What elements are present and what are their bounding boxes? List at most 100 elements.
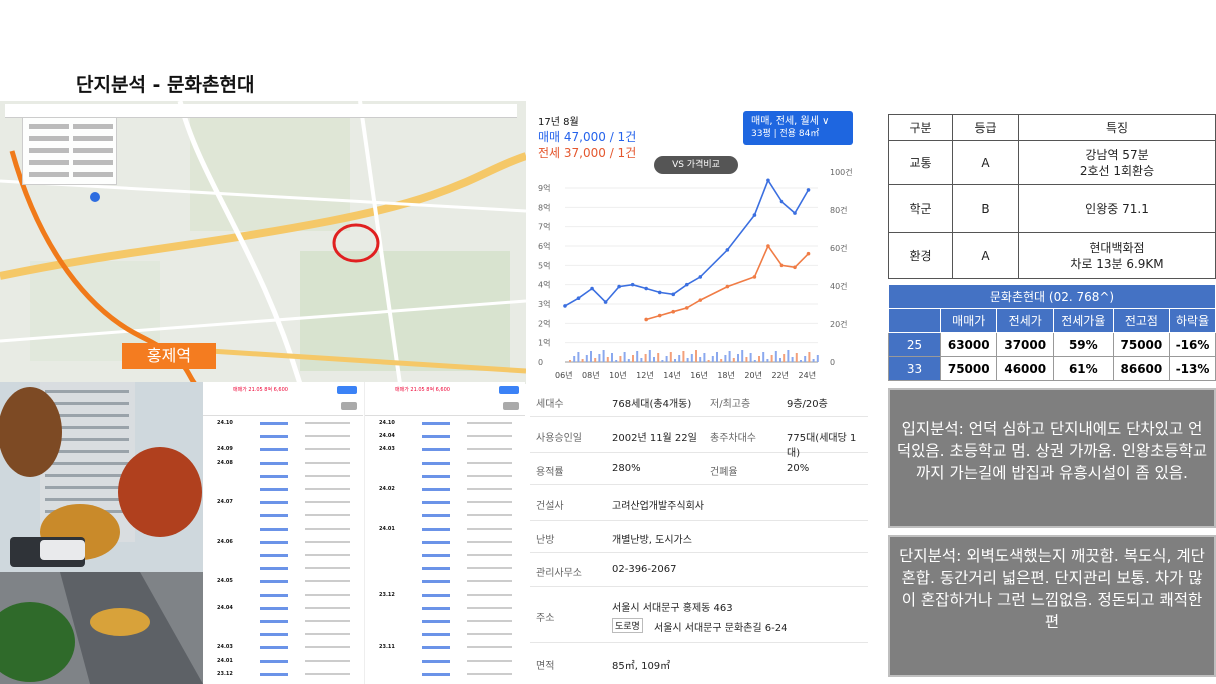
transaction-row[interactable]: 24.01: [365, 524, 525, 535]
price-cell: -16%: [1169, 332, 1216, 357]
transaction-row[interactable]: [365, 563, 525, 574]
transaction-price-mark: [260, 672, 288, 676]
volume-bar: [690, 354, 693, 362]
transaction-row[interactable]: [203, 563, 363, 574]
transaction-detail-mark: [467, 448, 512, 451]
transaction-row[interactable]: [203, 510, 363, 521]
transaction-list[interactable]: 매매가 21.05 8억 6,600 24.10 24.09 24.08 24.07 2…: [203, 382, 525, 684]
info-row: 관리사무소 02-396-2067: [530, 553, 868, 587]
price-cell: 86600: [1112, 356, 1171, 381]
page-title: 단지분석 - 문화촌현대: [76, 74, 255, 96]
header-cell: 등급: [952, 114, 1019, 141]
price-cell: -13%: [1169, 356, 1216, 381]
map-view[interactable]: [0, 101, 526, 384]
transaction-detail-mark: [305, 659, 350, 662]
transaction-row[interactable]: 24.08: [203, 458, 363, 469]
map-layer-panel[interactable]: [22, 117, 117, 185]
transaction-column-right: 매매가 21.05 8억 6,600 24.10 24.04 24.03 24.02 2…: [364, 382, 525, 684]
transaction-price-mark: [422, 567, 450, 571]
transaction-price-mark: [422, 554, 450, 557]
transaction-row[interactable]: [365, 603, 525, 614]
volume-bar: [724, 355, 727, 362]
y-tick-label: 6억: [538, 241, 550, 251]
transaction-detail-mark: [467, 527, 512, 530]
map-toolbar[interactable]: [5, 104, 517, 118]
transaction-row[interactable]: 24.07: [203, 497, 363, 508]
volume-bar: [762, 352, 765, 362]
transaction-row[interactable]: [365, 616, 525, 627]
transaction-price-mark: [260, 448, 288, 452]
transaction-date: 24.03: [379, 446, 395, 453]
transaction-row[interactable]: [365, 669, 525, 680]
transaction-date: 24.10: [217, 420, 233, 426]
transaction-row[interactable]: [203, 471, 363, 482]
transaction-row[interactable]: 24.04: [365, 431, 525, 442]
transaction-row[interactable]: [365, 629, 525, 640]
transaction-row[interactable]: 23.11: [365, 642, 525, 653]
series-point-매매: [671, 292, 676, 297]
volume-bar: [732, 358, 735, 362]
transaction-row[interactable]: 24.10: [365, 418, 525, 429]
transaction-row[interactable]: [203, 616, 363, 627]
series-point-매매: [793, 211, 797, 215]
transaction-row[interactable]: 24.05: [203, 576, 363, 587]
transaction-detail-mark: [305, 606, 350, 609]
transaction-detail-mark: [467, 422, 512, 424]
transaction-row[interactable]: [203, 524, 363, 535]
volume-bar: [749, 353, 752, 362]
transaction-price-mark: [422, 646, 450, 650]
volume-bar: [594, 358, 597, 362]
transaction-date: 24.10: [379, 420, 395, 426]
transaction-row[interactable]: [365, 550, 525, 561]
transaction-row[interactable]: [365, 656, 525, 667]
info-row: 면적 85㎡, 109㎡: [530, 643, 868, 683]
transaction-sort-button[interactable]: [341, 402, 357, 410]
category-cell: 환경: [888, 232, 953, 279]
feature-cell: 인왕중 71.1: [1018, 184, 1216, 233]
transaction-row[interactable]: [203, 431, 363, 442]
transaction-row[interactable]: 24.03: [365, 444, 525, 455]
transaction-row[interactable]: [203, 550, 363, 561]
transaction-row[interactable]: [365, 458, 525, 469]
series-point-전세: [779, 263, 784, 268]
transaction-row[interactable]: 24.02: [365, 484, 525, 495]
transaction-sort-button[interactable]: [503, 402, 519, 410]
transaction-row[interactable]: 24.06: [203, 537, 363, 548]
y-tick-label: 7억: [538, 222, 550, 232]
transaction-row[interactable]: [203, 484, 363, 495]
transaction-row[interactable]: 24.09: [203, 444, 363, 455]
transaction-price-mark: [260, 633, 288, 637]
transaction-filter-button[interactable]: [499, 386, 519, 394]
volume-bar: [758, 356, 760, 362]
transaction-row[interactable]: [203, 590, 363, 601]
series-point-매매: [752, 213, 757, 217]
transaction-row[interactable]: 24.01: [203, 656, 363, 667]
transaction-row[interactable]: 24.03: [203, 642, 363, 653]
transaction-row[interactable]: 24.10: [203, 418, 363, 429]
transaction-row[interactable]: [365, 510, 525, 521]
transaction-row[interactable]: 23.12: [203, 669, 363, 680]
transaction-filter-button[interactable]: [337, 386, 357, 394]
transaction-row[interactable]: 24.04: [203, 603, 363, 614]
transaction-price-mark: [260, 620, 288, 623]
info-key: 사용승인일: [536, 433, 582, 444]
transaction-row[interactable]: [203, 629, 363, 640]
info-key: 건폐율: [710, 467, 738, 478]
series-point-매매: [766, 178, 770, 183]
y2-tick-label: 100건: [830, 167, 853, 177]
transaction-date: 24.01: [379, 525, 395, 532]
volume-bar: [787, 350, 790, 362]
transaction-row[interactable]: [365, 537, 525, 548]
transaction-row[interactable]: [365, 497, 525, 508]
transaction-row[interactable]: [365, 576, 525, 587]
location-note: 입지분석: 언덕 심하고 단지내에도 단차있고 언덕있음. 초등학교 멈. 상권…: [888, 388, 1216, 528]
series-point-매매: [630, 282, 635, 287]
header-cell: 하락율: [1169, 308, 1216, 333]
volume-bar: [808, 352, 811, 362]
y-tick-label: 2억: [538, 318, 550, 328]
transaction-row[interactable]: [365, 471, 525, 482]
info-value: 서울시 서대문구 문화촌길 6-24: [654, 623, 788, 634]
transaction-row[interactable]: 23.12: [365, 590, 525, 601]
price-cell: 59%: [1052, 332, 1114, 357]
grade-table-row: 교통 A 강남역 57분 2호선 1회환승: [888, 140, 1216, 185]
